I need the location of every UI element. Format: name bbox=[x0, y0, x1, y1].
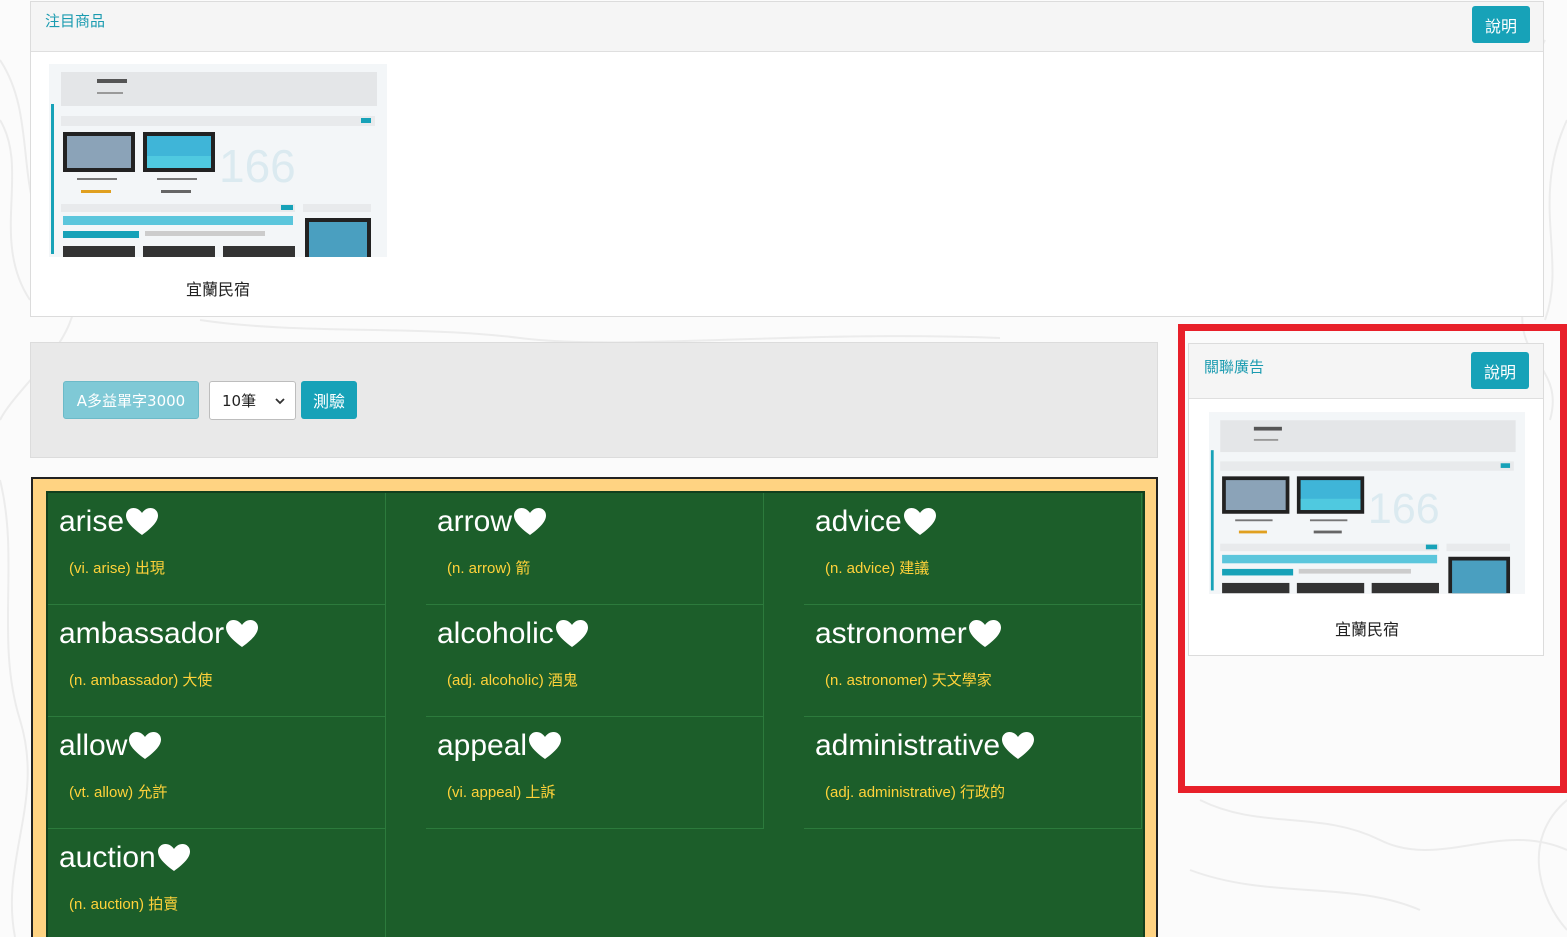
ads-card-header: 關聯廣告 說明 bbox=[1189, 344, 1543, 399]
quiz-toolbar: A多益單字3000 10筆 測驗 bbox=[30, 342, 1158, 458]
word-card[interactable]: allow (vt. allow) 允許 bbox=[48, 717, 386, 829]
featured-item-caption[interactable]: 宜蘭民宿 bbox=[49, 276, 387, 300]
related-ads-card: 關聯廣告 說明 166 宜蘭民宿 bbox=[1188, 343, 1544, 656]
word-definition: (n. advice) 建議 bbox=[825, 560, 930, 577]
word-card[interactable]: appeal (vi. appeal) 上訴 bbox=[426, 717, 764, 829]
heart-icon[interactable] bbox=[555, 619, 589, 649]
heart-icon[interactable] bbox=[903, 507, 937, 537]
count-select-value: 10筆 bbox=[222, 392, 257, 410]
chevron-down-icon bbox=[275, 398, 285, 405]
website-screenshot-icon[interactable]: 166 bbox=[1209, 412, 1525, 594]
word-card[interactable]: auction (n. auction) 拍賣 bbox=[48, 829, 386, 937]
word-card[interactable]: arrow (n. arrow) 箭 bbox=[426, 493, 764, 605]
heart-icon[interactable] bbox=[128, 731, 162, 761]
word-board-frame: arise (vi. arise) 出現 arrow (n. arrow) 箭 advi… bbox=[31, 477, 1158, 937]
word-definition: (vi. arise) 出現 bbox=[69, 560, 165, 577]
word-text: appeal bbox=[437, 729, 528, 762]
heart-icon[interactable] bbox=[513, 507, 547, 537]
word-head: auction bbox=[59, 841, 191, 875]
heart-icon[interactable] bbox=[125, 507, 159, 537]
word-head: arise bbox=[59, 505, 159, 539]
word-text: arise bbox=[59, 505, 125, 538]
featured-products-card: 注目商品 說明 166 宜蘭民宿 bbox=[30, 1, 1544, 317]
word-card[interactable]: administrative (adj. administrative) 行政的 bbox=[804, 717, 1142, 829]
wordbook-button[interactable]: A多益單字3000 bbox=[63, 381, 199, 419]
website-screenshot-icon[interactable]: 166 bbox=[49, 64, 387, 257]
word-board: arise (vi. arise) 出現 arrow (n. arrow) 箭 advi… bbox=[46, 491, 1145, 937]
word-definition: (n. ambassador) 大使 bbox=[69, 672, 213, 689]
count-select[interactable]: 10筆 bbox=[209, 381, 296, 420]
word-head: appeal bbox=[437, 729, 562, 763]
word-definition: (vt. allow) 允許 bbox=[69, 784, 168, 801]
word-text: ambassador bbox=[59, 617, 225, 650]
word-card[interactable]: alcoholic (adj. alcoholic) 酒鬼 bbox=[426, 605, 764, 717]
quiz-button[interactable]: 測驗 bbox=[301, 381, 357, 419]
featured-help-button[interactable]: 說明 bbox=[1472, 6, 1530, 43]
word-text: allow bbox=[59, 729, 128, 762]
svg-text:166: 166 bbox=[1368, 485, 1440, 533]
word-head: administrative bbox=[815, 729, 1035, 763]
word-definition: (adj. alcoholic) 酒鬼 bbox=[447, 672, 578, 689]
word-text: alcoholic bbox=[437, 617, 554, 650]
word-head: arrow bbox=[437, 505, 547, 539]
word-text: arrow bbox=[437, 505, 513, 538]
word-text: administrative bbox=[815, 729, 1001, 762]
word-text: auction bbox=[59, 841, 156, 874]
ads-help-button[interactable]: 說明 bbox=[1471, 352, 1529, 389]
word-card[interactable]: astronomer (n. astronomer) 天文學家 bbox=[804, 605, 1142, 717]
word-definition: (adj. administrative) 行政的 bbox=[825, 784, 1006, 801]
word-head: alcoholic bbox=[437, 617, 589, 651]
word-definition: (n. astronomer) 天文學家 bbox=[825, 672, 992, 689]
heart-icon[interactable] bbox=[968, 619, 1002, 649]
word-head: astronomer bbox=[815, 617, 1002, 651]
heart-icon[interactable] bbox=[528, 731, 562, 761]
svg-text:166: 166 bbox=[219, 140, 296, 192]
word-card[interactable]: ambassador (n. ambassador) 大使 bbox=[48, 605, 386, 717]
word-text: astronomer bbox=[815, 617, 967, 650]
word-definition: (vi. appeal) 上訴 bbox=[447, 784, 556, 801]
word-head: advice bbox=[815, 505, 937, 539]
word-text: advice bbox=[815, 505, 902, 538]
heart-icon[interactable] bbox=[157, 843, 191, 873]
word-definition: (n. arrow) 箭 bbox=[447, 560, 531, 577]
heart-icon[interactable] bbox=[225, 619, 259, 649]
word-card[interactable]: arise (vi. arise) 出現 bbox=[48, 493, 386, 605]
word-definition: (n. auction) 拍賣 bbox=[69, 896, 179, 913]
heart-icon[interactable] bbox=[1001, 731, 1035, 761]
ads-title: 關聯廣告 bbox=[1204, 358, 1265, 376]
word-head: allow bbox=[59, 729, 162, 763]
featured-card-header: 注目商品 說明 bbox=[31, 2, 1543, 52]
ads-item-caption[interactable]: 宜蘭民宿 bbox=[1209, 616, 1525, 640]
word-head: ambassador bbox=[59, 617, 259, 651]
featured-title: 注目商品 bbox=[45, 12, 106, 30]
word-card[interactable]: advice (n. advice) 建議 bbox=[804, 493, 1142, 605]
